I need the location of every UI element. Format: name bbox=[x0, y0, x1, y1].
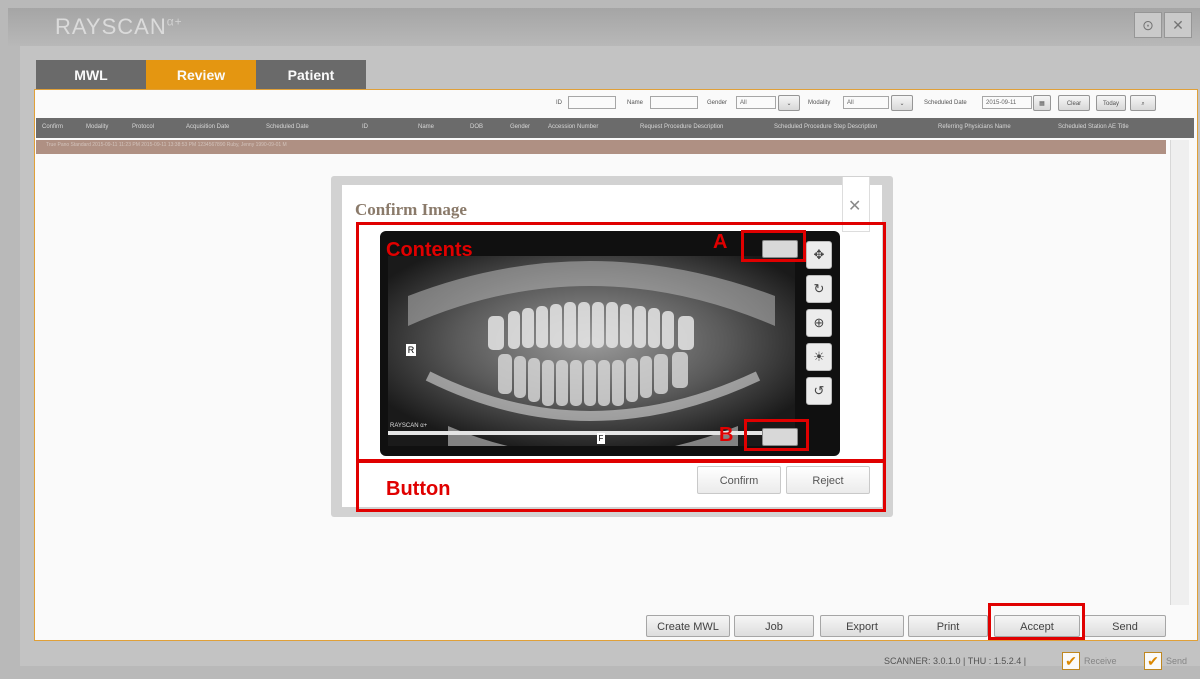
marker-a-label: A bbox=[713, 231, 728, 253]
accept-callout-box bbox=[988, 603, 1085, 640]
contents-label: Contents bbox=[386, 239, 473, 261]
marker-b-label: B bbox=[719, 424, 734, 446]
marker-a-box bbox=[741, 230, 806, 262]
marker-b-box bbox=[744, 419, 809, 451]
button-label: Button bbox=[386, 478, 451, 500]
dialog-title: Confirm Image bbox=[355, 200, 467, 219]
close-icon[interactable]: ✕ bbox=[848, 196, 861, 216]
